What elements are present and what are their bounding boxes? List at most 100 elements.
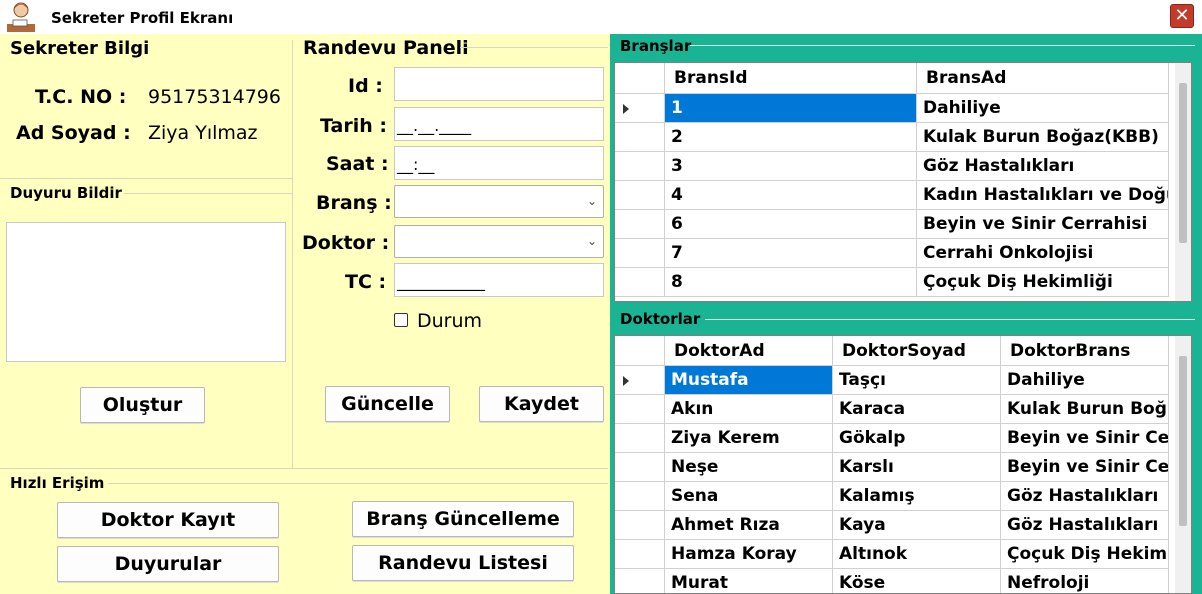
doktorlar-cell[interactable]: Kulak Burun Boğ... bbox=[1001, 395, 1169, 424]
doktorlar-cell[interactable]: Gökalp bbox=[833, 424, 1001, 453]
doktorlar-cell[interactable]: Ahmet Rıza bbox=[665, 511, 833, 540]
branslar-scroll-thumb[interactable] bbox=[1179, 83, 1187, 243]
chevron-down-icon: ⌄ bbox=[587, 234, 598, 248]
update-button[interactable]: Güncelle bbox=[325, 386, 450, 422]
doktorlar-column-header[interactable]: DoktorBrans bbox=[1001, 336, 1169, 366]
branslar-cell[interactable]: 1 bbox=[665, 94, 917, 123]
doktorlar-cell[interactable]: Hamza Koray bbox=[665, 540, 833, 569]
patient-tc-label: TC : bbox=[345, 271, 387, 293]
doktorlar-cell[interactable]: Taşçı bbox=[833, 366, 1001, 395]
doktorlar-row-header[interactable] bbox=[615, 395, 665, 424]
doktor-kayit-button[interactable]: Doktor Kayıt bbox=[57, 502, 279, 538]
branslar-row-header[interactable] bbox=[615, 181, 665, 210]
duyurular-button[interactable]: Duyurular bbox=[57, 546, 279, 582]
doktorlar-row-header[interactable] bbox=[615, 424, 665, 453]
create-announcement-button[interactable]: Oluştur bbox=[80, 387, 205, 423]
branslar-row-header[interactable] bbox=[615, 239, 665, 268]
doktorlar-row-header[interactable] bbox=[615, 569, 665, 593]
doktorlar-row-header[interactable] bbox=[615, 511, 665, 540]
branslar-cell[interactable]: Kulak Burun Boğaz(KBB) bbox=[917, 123, 1169, 152]
branslar-cell[interactable]: 7 bbox=[665, 239, 917, 268]
doktorlar-cell[interactable]: Beyin ve Sinir Ce... bbox=[1001, 424, 1169, 453]
branslar-column-header[interactable]: BransId bbox=[665, 63, 917, 94]
doktorlar-cell[interactable]: Ziya Kerem bbox=[665, 424, 833, 453]
divider bbox=[690, 45, 1195, 46]
time-field[interactable]: __:__ bbox=[394, 146, 604, 180]
branslar-cell[interactable]: Dahiliye bbox=[917, 94, 1169, 123]
doktorlar-cell[interactable]: Kalamış bbox=[833, 482, 1001, 511]
branslar-cell[interactable]: Cerrahi Onkolojisi bbox=[917, 239, 1169, 268]
branslar-scrollbar[interactable] bbox=[1175, 63, 1191, 301]
branslar-row-header[interactable] bbox=[615, 268, 665, 297]
branslar-cell[interactable]: 2 bbox=[665, 123, 917, 152]
hizli-erisim-title: Hızlı Erişim bbox=[10, 474, 105, 492]
date-field[interactable]: __.__.____ bbox=[394, 107, 604, 141]
branslar-row-header[interactable] bbox=[615, 123, 665, 152]
doktorlar-cell[interactable]: Murat bbox=[665, 569, 833, 593]
id-field[interactable] bbox=[394, 67, 604, 101]
doktor-label: Doktor : bbox=[302, 232, 390, 254]
doktorlar-row-header[interactable] bbox=[615, 453, 665, 482]
doktorlar-grid[interactable]: DoktorAd DoktorSoyad DoktorBrans Mustafa Taş… bbox=[614, 335, 1192, 594]
doktorlar-cell[interactable]: Sena bbox=[665, 482, 833, 511]
tc-label: T.C. NO : bbox=[35, 86, 127, 108]
divider bbox=[705, 319, 1195, 320]
branslar-cell[interactable]: 4 bbox=[665, 181, 917, 210]
doktorlar-cell[interactable]: Çoçuk Diş Hekim... bbox=[1001, 540, 1169, 569]
doktorlar-cell[interactable]: Karaca bbox=[833, 395, 1001, 424]
branslar-cell[interactable]: 3 bbox=[665, 152, 917, 181]
doktorlar-cell[interactable]: Göz Hastalıkları bbox=[1001, 511, 1169, 540]
doktorlar-row-header[interactable] bbox=[615, 482, 665, 511]
brans-guncelleme-button[interactable]: Branş Güncelleme bbox=[352, 501, 574, 537]
branslar-cell[interactable]: Beyin ve Sinir Cerrahisi bbox=[917, 210, 1169, 239]
divider bbox=[460, 47, 608, 48]
patient-tc-field[interactable]: ___________ bbox=[394, 263, 604, 297]
doktorlar-scroll-thumb[interactable] bbox=[1179, 356, 1187, 526]
chevron-down-icon: ⌄ bbox=[587, 194, 598, 208]
branslar-cell[interactable]: 8 bbox=[665, 268, 917, 297]
divider bbox=[0, 178, 292, 179]
branslar-row-header[interactable] bbox=[615, 94, 665, 123]
branslar-cell[interactable]: Kadın Hastalıkları ve Doğum bbox=[917, 181, 1169, 210]
tarih-label: Tarih : bbox=[320, 115, 387, 137]
doktorlar-row-header[interactable] bbox=[615, 540, 665, 569]
randevu-listesi-button[interactable]: Randevu Listesi bbox=[352, 545, 574, 581]
doktorlar-row-header[interactable] bbox=[615, 366, 665, 395]
branslar-cell[interactable]: Göz Hastalıkları bbox=[917, 152, 1169, 181]
doktorlar-cell[interactable]: Köse bbox=[833, 569, 1001, 593]
branslar-cell[interactable]: 6 bbox=[665, 210, 917, 239]
branslar-row-header[interactable] bbox=[615, 210, 665, 239]
doktorlar-cell[interactable]: Kaya bbox=[833, 511, 1001, 540]
name-value: Ziya Yılmaz bbox=[148, 122, 258, 144]
date-mask: __.__.____ bbox=[397, 116, 472, 135]
branslar-grid[interactable]: BransId BransAd 1 Dahiliye 2 Kulak Burun Boğa… bbox=[614, 62, 1192, 302]
doktorlar-cell[interactable]: Nefroloji bbox=[1001, 569, 1169, 593]
sekreter-bilgi-title: Sekreter Bilgi bbox=[10, 38, 150, 59]
save-button[interactable]: Kaydet bbox=[479, 386, 604, 422]
doktorlar-cell[interactable]: Altınok bbox=[833, 540, 1001, 569]
id-label: Id : bbox=[348, 75, 383, 97]
doktorlar-cell[interactable]: Dahiliye bbox=[1001, 366, 1169, 395]
branslar-cell[interactable]: Çoçuk Diş Hekimliği bbox=[917, 268, 1169, 297]
doktorlar-cell[interactable]: Akın bbox=[665, 395, 833, 424]
patient-tc-mask: ___________ bbox=[397, 272, 485, 291]
doktorlar-cell[interactable]: Mustafa bbox=[665, 366, 833, 395]
announcement-textarea[interactable] bbox=[6, 222, 286, 362]
divider bbox=[124, 193, 292, 194]
time-mask: __:__ bbox=[397, 155, 435, 174]
doktorlar-scrollbar[interactable] bbox=[1175, 336, 1191, 593]
durum-checkbox[interactable] bbox=[394, 313, 408, 327]
doktorlar-cell[interactable]: Göz Hastalıkları bbox=[1001, 482, 1169, 511]
doktorlar-cell[interactable]: Beyin ve Sinir Ce... bbox=[1001, 453, 1169, 482]
doktorlar-cell[interactable]: Karslı bbox=[833, 453, 1001, 482]
close-icon: ✕ bbox=[1174, 5, 1190, 26]
branslar-column-header[interactable]: BransAd bbox=[917, 63, 1169, 94]
doktorlar-cell[interactable]: Neşe bbox=[665, 453, 833, 482]
doktor-dropdown[interactable]: ⌄ bbox=[394, 225, 604, 258]
close-button[interactable]: ✕ bbox=[1170, 4, 1194, 28]
randevu-title: Randevu Paneli bbox=[303, 37, 469, 59]
branslar-row-header[interactable] bbox=[615, 152, 665, 181]
doktorlar-column-header[interactable]: DoktorSoyad bbox=[833, 336, 1001, 366]
doktorlar-column-header[interactable]: DoktorAd bbox=[665, 336, 833, 366]
brans-dropdown[interactable]: ⌄ bbox=[394, 185, 604, 218]
